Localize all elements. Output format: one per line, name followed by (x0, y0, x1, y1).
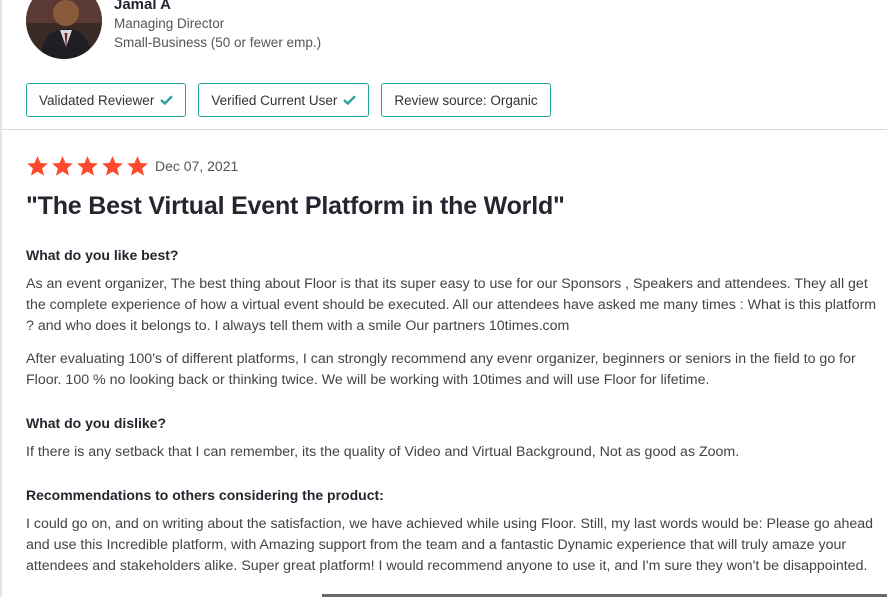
dislike-question: What do you dislike? (26, 415, 167, 431)
review-title: "The Best Virtual Event Platform in the … (26, 192, 565, 220)
reviewer-name: Jamal A (114, 0, 171, 13)
dislike-answer: If there is any setback that I can remem… (26, 444, 740, 460)
recommendations-question: Recommendations to others considering th… (26, 487, 384, 503)
like-best-answer: As an event organizer, The best thing ab… (26, 276, 877, 334)
check-icon (343, 95, 357, 105)
star-rating (26, 155, 149, 178)
badge-label: Validated Reviewer (39, 92, 155, 108)
reviewer-header: Jamal A Managing Director Small-Business… (26, 0, 626, 61)
reviewer-avatar (26, 0, 102, 59)
reviewer-company-size: Small-Business (50 or fewer emp.) (114, 35, 322, 50)
check-icon (160, 95, 174, 105)
star-icon (77, 155, 98, 176)
verified-current-user-badge[interactable]: Verified Current User (198, 83, 370, 117)
like-best-question: What do you like best? (26, 247, 179, 263)
review-source-badge[interactable]: Review source: Organic (381, 83, 551, 117)
validated-reviewer-badge[interactable]: Validated Reviewer (26, 83, 187, 117)
like-best-section: What do you like best? As an event organ… (26, 246, 878, 391)
review-date: Dec 07, 2021 (155, 158, 239, 174)
section-divider (2, 129, 887, 130)
review-rating-row: Dec 07, 2021 (26, 154, 238, 178)
like-best-answer: After evaluating 100's of different plat… (26, 351, 856, 388)
star-icon (127, 155, 148, 176)
reviewer-role: Managing Director (114, 16, 225, 31)
recommendations-answer: I could go on, and on writing about the … (26, 516, 874, 574)
left-border (0, 0, 2, 597)
dislike-section: What do you dislike? If there is any set… (26, 414, 878, 463)
reviewer-badges: Validated Reviewer Verified Current User… (26, 83, 551, 117)
badge-label: Review source: Organic (394, 92, 538, 108)
star-icon (52, 155, 73, 176)
star-icon (27, 155, 48, 176)
badge-label: Verified Current User (211, 92, 338, 108)
recommendations-section: Recommendations to others considering th… (26, 486, 878, 577)
star-icon (102, 155, 123, 176)
